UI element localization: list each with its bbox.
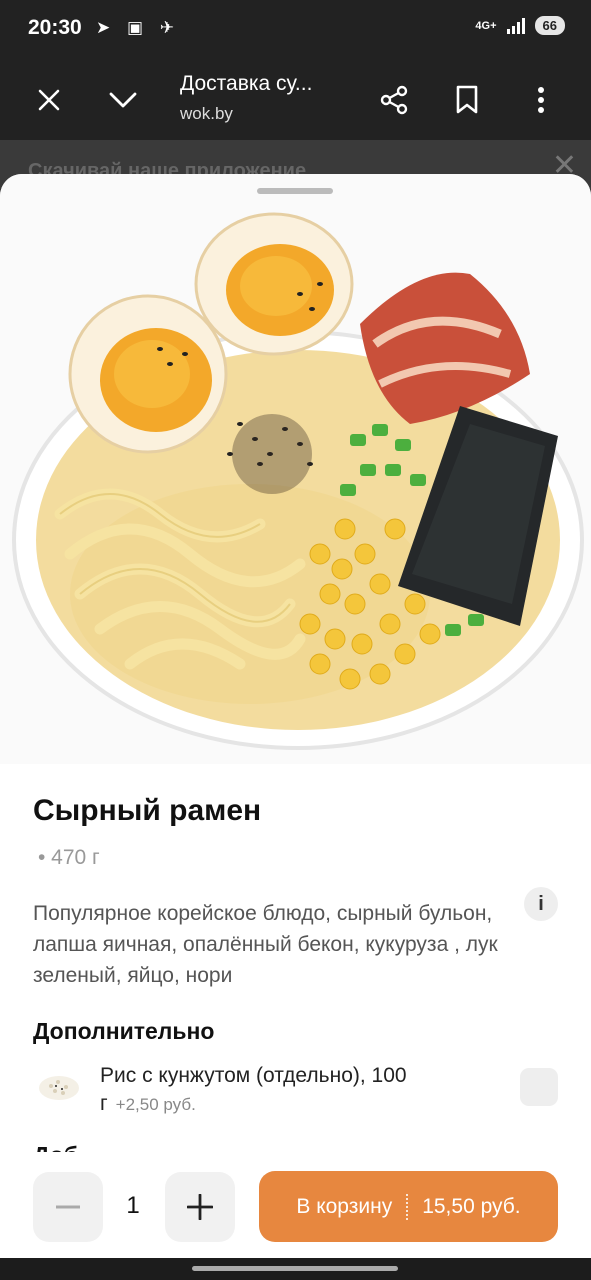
add-to-cart-label: В корзину: [296, 1194, 393, 1218]
battery-indicator: 66: [534, 16, 565, 35]
product-sheet: Сырный рамен • 470 г i Популярное корейс…: [0, 174, 591, 1258]
page-url: wok.by: [180, 104, 233, 123]
addon-rice-image: [36, 1060, 82, 1106]
plus-icon[interactable]: [165, 1172, 235, 1242]
sheet-drag-handle[interactable]: [257, 188, 333, 194]
home-gesture-pill[interactable]: [192, 1266, 398, 1271]
chevron-down-icon[interactable]: [103, 80, 143, 120]
product-weight: • 470 г: [38, 846, 100, 869]
quantity-value: 1: [126, 1192, 140, 1219]
product-description: Популярное корейское блюдо, сырный бульо…: [33, 902, 498, 987]
addon-item: Рис с кунжутом (отдельно), 100 г +2,50 ру…: [100, 1062, 430, 1119]
product-title: Сырный рамен: [33, 794, 262, 827]
cart-total: 15,50 руб.: [422, 1194, 521, 1218]
next-section-heading: Доб: [33, 1142, 113, 1152]
status-right: 4G+ 66: [475, 16, 565, 35]
system-nav-bar: [0, 1258, 591, 1280]
share-icon[interactable]: [374, 80, 414, 120]
status-bar: 20:30 ➤ ▣ ✈ 4G+ 66: [0, 0, 591, 58]
cart-divider: [406, 1193, 409, 1220]
product-photo: [0, 174, 591, 764]
page-title: Доставка су...: [180, 72, 313, 95]
minus-icon[interactable]: [33, 1172, 103, 1242]
addon-price: +2,50 руб.: [115, 1095, 196, 1114]
signal-icon: [506, 17, 525, 34]
close-icon[interactable]: [29, 80, 69, 120]
extras-heading: Дополнительно: [33, 1018, 215, 1044]
info-icon[interactable]: i: [524, 887, 558, 921]
cart-bar: 1 В корзину 15,50 руб.: [0, 1152, 591, 1258]
network-label: 4G+: [475, 19, 497, 32]
notification-icons: ➤ ▣ ✈: [96, 18, 180, 37]
more-vert-icon[interactable]: [521, 80, 561, 120]
add-to-cart-button[interactable]: В корзину 15,50 руб.: [259, 1171, 558, 1242]
addon-checkbox[interactable]: [520, 1068, 558, 1106]
status-time: 20:30: [28, 16, 82, 39]
bookmark-icon[interactable]: [447, 80, 487, 120]
browser-toolbar: Доставка су... wok.by: [0, 58, 591, 140]
